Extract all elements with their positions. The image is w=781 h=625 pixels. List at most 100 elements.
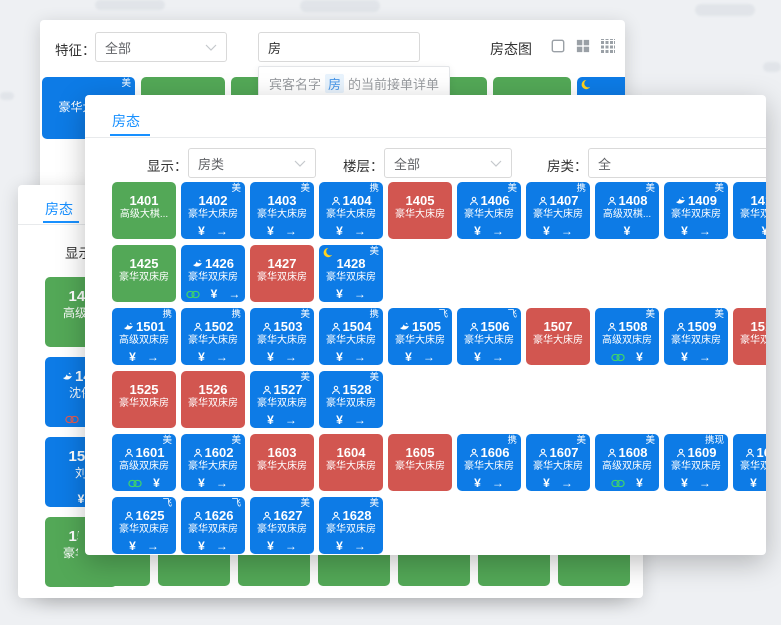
room-tile-1407[interactable]: 携1407豪华大床房¥→	[526, 182, 590, 239]
arrow-right-icon: →	[354, 540, 366, 552]
room-tile-1527[interactable]: 美1527豪华双床房¥→	[250, 371, 314, 428]
yen-icon: ¥	[267, 225, 274, 237]
moon-icon	[580, 79, 592, 91]
room-tile-1406[interactable]: 美1406豪华大床房¥→	[457, 182, 521, 239]
room-tile-1604[interactable]: 1604豪华大床房	[319, 434, 383, 491]
room-type: 豪华大床房	[388, 335, 452, 347]
room-tile-1425[interactable]: 1425豪华双床房	[112, 245, 176, 302]
channel-badge: 美	[231, 183, 241, 195]
room-tile-1608[interactable]: 美1608高级双床房¥	[595, 434, 659, 491]
room-tile-1628[interactable]: 美1628豪华双床房¥→	[319, 497, 383, 554]
yen-icon: ¥	[198, 225, 205, 237]
room-number: 1427	[268, 256, 297, 271]
bg-streak	[0, 92, 14, 100]
room-type: 高级双床房	[595, 335, 659, 347]
feature-select[interactable]: 全部	[95, 32, 227, 62]
room-type: 豪华大床房	[526, 335, 590, 347]
room-type: 豪华大床房	[388, 461, 452, 473]
room-tile-1508[interactable]: 美1508高级双床房¥	[595, 308, 659, 365]
room-tile-1510[interactable]: 1510豪华双床房	[733, 308, 766, 365]
room-number: 1407	[550, 193, 579, 208]
room-type: 豪华双床房	[733, 335, 766, 347]
room-tile-1403[interactable]: 美1403豪华大床房¥→	[250, 182, 314, 239]
room-tile-1502[interactable]: 携1502豪华大床房¥→	[181, 308, 245, 365]
room-tile-1528[interactable]: 美1528豪华双床房¥→	[319, 371, 383, 428]
room-type: 豪华大床房	[457, 209, 521, 221]
room-tile-1426[interactable]: 1426豪华双床房¥→	[181, 245, 245, 302]
room-tile-1606[interactable]: 携1606豪华大床房¥→	[457, 434, 521, 491]
yen-icon: ¥	[543, 225, 550, 237]
room-tile-1404[interactable]: 携1404豪华大床房¥→	[319, 182, 383, 239]
person-icon	[193, 448, 203, 458]
arrow-right-icon: →	[285, 351, 297, 363]
yen-icon: ¥	[336, 288, 343, 300]
tooltip-prefix: 宾客名字	[269, 74, 321, 93]
room-tile-1428[interactable]: 美1428豪华双床房¥→	[319, 245, 383, 302]
guest-search-input[interactable]	[258, 32, 420, 62]
arrow-right-icon: →	[354, 288, 366, 300]
room-tile-1603[interactable]: 1603豪华大床房	[250, 434, 314, 491]
room-number: 1605	[406, 445, 435, 460]
room-tile-1408[interactable]: 美1408高级双棋...¥	[595, 182, 659, 239]
room-tile-1610[interactable]: 美1610豪华双床房¥→	[733, 434, 766, 491]
person-icon	[331, 322, 341, 332]
room-number: 1503	[274, 319, 303, 334]
room-tile-1507[interactable]: 1507豪华大床房	[526, 308, 590, 365]
square-outline-icon[interactable]	[550, 38, 565, 53]
person-icon	[538, 196, 548, 206]
room-tile-1601[interactable]: 美1601高级双床房¥	[112, 434, 176, 491]
room-number: 1404	[343, 193, 372, 208]
room-number: 1403	[268, 193, 297, 208]
room-tile-1526[interactable]: 1526豪华双床房	[181, 371, 245, 428]
room-tile-1505[interactable]: 飞1505豪华大床房¥→	[388, 308, 452, 365]
tab-room-status-left[interactable]: 房态	[45, 199, 73, 219]
room-tile-1607[interactable]: 美1607豪华大床房¥→	[526, 434, 590, 491]
room-tile-1405[interactable]: 1405豪华大床房	[388, 182, 452, 239]
room-type: 豪华大床房	[250, 209, 314, 221]
room-tile-1609[interactable]: 携现1609豪华双床房¥→	[664, 434, 728, 491]
room-type: 豪华大床房	[388, 209, 452, 221]
room-tile-1401[interactable]: 1401高级大棋...	[112, 182, 176, 239]
room-number: 1607	[550, 445, 579, 460]
tab-underline	[43, 221, 79, 223]
room-tile-1626[interactable]: 飞1626豪华双床房¥→	[181, 497, 245, 554]
room-tile-1427[interactable]: 1427豪华双床房	[250, 245, 314, 302]
person-icon	[331, 511, 341, 521]
room-tile-1525[interactable]: 1525豪华双床房	[112, 371, 176, 428]
room-tile-1509[interactable]: 美1509豪华双床房¥→	[664, 308, 728, 365]
arrow-right-icon: →	[216, 225, 228, 237]
room-number: 1402	[199, 193, 228, 208]
grid-2x2-icon[interactable]	[575, 38, 590, 53]
room-tile-1410[interactable]: 美1410豪华双床房¥	[733, 182, 766, 239]
room-tile-1504[interactable]: 携1504豪华大床房¥→	[319, 308, 383, 365]
room-tile-1605[interactable]: 1605豪华大床房	[388, 434, 452, 491]
channel-badge: 美	[300, 372, 310, 384]
arrow-right-icon: →	[699, 351, 711, 363]
room-tile-1501[interactable]: 携1501高级双床房¥→	[112, 308, 176, 365]
room-type: 豪华大床房	[181, 461, 245, 473]
room-type: 豪华双床房	[664, 461, 728, 473]
person-icon	[262, 511, 272, 521]
room-type: 豪华双床房	[319, 524, 383, 536]
yen-icon: ¥	[336, 540, 343, 552]
channel-badge: 美	[645, 309, 655, 321]
room-tile-1402[interactable]: 美1402豪华大床房¥→	[181, 182, 245, 239]
room-tile-1627[interactable]: 美1627豪华双床房¥→	[250, 497, 314, 554]
room-tile-1625[interactable]: 飞1625豪华双床房¥→	[112, 497, 176, 554]
yen-icon: ¥	[267, 414, 274, 426]
room-number: 1627	[274, 508, 303, 523]
room-tile-1602[interactable]: 美1602豪华大床房¥→	[181, 434, 245, 491]
room-tile-1506[interactable]: 飞1506豪华大床房¥→	[457, 308, 521, 365]
person-icon	[124, 448, 134, 458]
channel-badge: 美	[121, 78, 131, 90]
room-number: 1625	[136, 508, 165, 523]
channel-badge: 携现	[705, 435, 724, 447]
swallow-icon	[62, 371, 73, 382]
yen-icon: ¥	[750, 477, 757, 489]
link-icon	[128, 479, 142, 488]
room-tile-1409[interactable]: 美1409豪华双床房¥→	[664, 182, 728, 239]
grid-dense-icon[interactable]	[600, 38, 615, 53]
room-tile-1503[interactable]: 美1503豪华大床房¥→	[250, 308, 314, 365]
room-number: 1406	[481, 193, 510, 208]
person-icon	[331, 196, 341, 206]
